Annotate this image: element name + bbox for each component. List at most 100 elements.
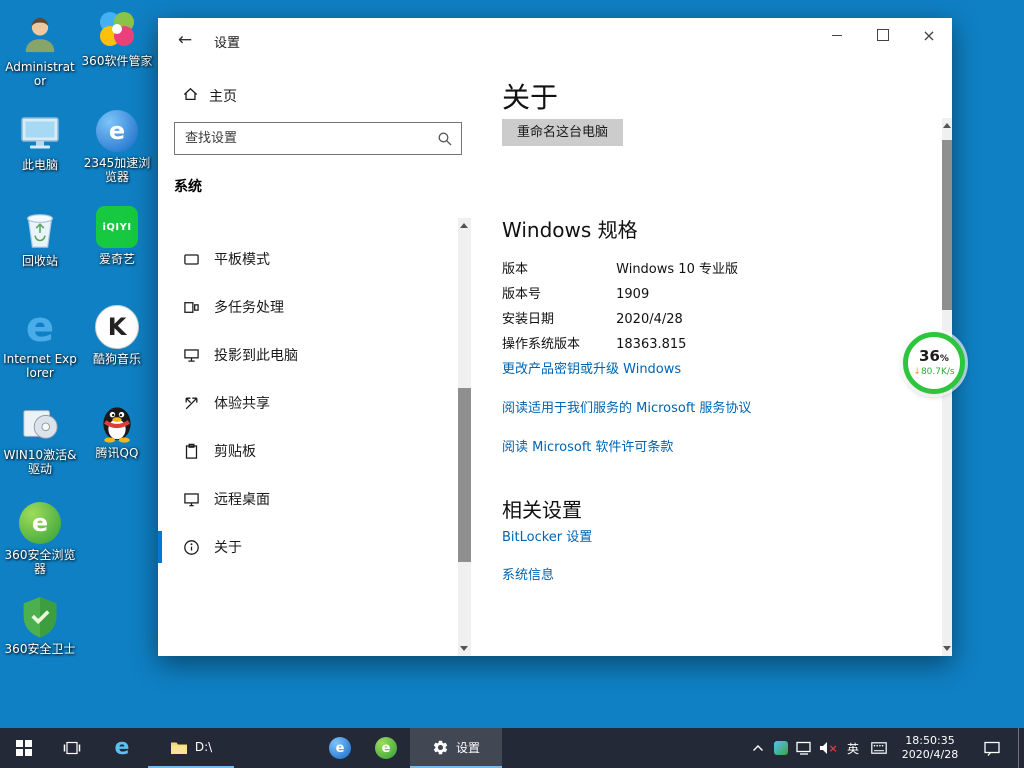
share-arrows-icon [182,395,200,412]
search-input[interactable] [175,123,461,154]
desktop-icon-this-pc[interactable]: 此电脑 [2,110,78,172]
spec-label: 版本 [502,258,612,277]
kugou-icon: K [94,304,140,350]
folder-icon [170,740,188,755]
taskbar-folder-button[interactable]: D:\ [148,728,234,768]
input-language-indicator[interactable]: 英 [841,728,865,768]
sidebar-item-remote-desktop[interactable]: 远程桌面 [158,475,458,523]
desktop-icon-label: 2345加速浏览器 [79,156,155,184]
sidebar-item-tablet-mode[interactable]: 平板模式 [158,235,458,283]
sidebar-item-clipboard[interactable]: 剪贴板 [158,427,458,475]
desktop-icon-360-browser[interactable]: e 360安全浏览器 [2,500,78,576]
touch-keyboard-icon[interactable] [867,728,891,768]
spec-value: Windows 10 专业版 [616,262,738,277]
minimize-button[interactable] [814,18,860,52]
spec-label: 安装日期 [502,308,612,327]
system-info-link[interactable]: 系统信息 [502,564,554,583]
tray-volume-muted-icon[interactable]: × [816,728,840,768]
back-button[interactable]: ← [168,26,202,54]
sidebar-scrollbar[interactable] [458,218,471,656]
spec-value: 18363.815 [616,337,686,352]
action-center-button[interactable] [972,728,1012,768]
administrator-user-icon [17,12,63,58]
desktop-icon-qq[interactable]: 腾讯QQ [79,398,155,460]
desktop-icon-administrator[interactable]: Administrator [2,12,78,88]
task-view-button[interactable] [48,728,96,768]
svg-text:×: × [829,742,838,755]
internet-explorer-icon: e [17,304,63,350]
internet-explorer-icon: e [115,737,130,759]
sidebar-item-multitasking[interactable]: 多任务处理 [158,283,458,331]
sidebar-item-home[interactable]: 主页 [158,76,458,116]
tray-app-icon[interactable] [770,728,792,768]
sidebar-item-label: 关于 [214,537,242,557]
tray-expand-button[interactable] [748,728,768,768]
services-agreement-link[interactable]: 阅读适用于我们服务的 Microsoft 服务协议 [502,397,751,416]
sidebar-section-title: 系统 [174,176,202,196]
sidebar-item-label: 主页 [209,86,237,106]
multitask-icon [182,299,200,316]
scroll-up-icon[interactable] [460,223,468,228]
spec-heading: Windows 规格 [502,214,638,243]
desktop-icon-kugou[interactable]: K 酷狗音乐 [79,304,155,366]
sidebar-item-label: 平板模式 [214,249,270,269]
page-title: 关于 [502,76,558,116]
home-icon [182,86,199,107]
desktop-icon-win10-activate[interactable]: WIN10激活&驱动 [2,400,78,476]
spec-row: 版本号 1909 [502,283,649,302]
titlebar[interactable]: ← 设置 × [158,18,952,62]
desktop-icon-360-manager[interactable]: 360软件管家 [79,6,155,68]
taskbar-ie-button[interactable]: e [100,728,144,768]
sidebar-scrollbar-thumb[interactable] [458,388,471,562]
clipboard-icon [182,443,200,460]
taskbar-button-label: 设置 [456,739,480,756]
sidebar-item-projecting[interactable]: 投影到此电脑 [158,331,458,379]
content-scrollbar-thumb[interactable] [942,140,952,310]
related-settings-heading: 相关设置 [502,494,582,523]
spec-row: 操作系统版本 18363.815 [502,333,686,352]
desktop-icon-360-safe[interactable]: 360安全卫士 [2,594,78,656]
spec-row: 版本 Windows 10 专业版 [502,258,738,277]
start-button[interactable] [0,728,48,768]
sidebar-item-label: 体验共享 [214,393,270,413]
license-terms-link[interactable]: 阅读 Microsoft 软件许可条款 [502,436,673,455]
desktop-icon-label: 回收站 [2,254,78,268]
scroll-down-icon[interactable] [943,646,951,651]
tray-network-icon[interactable] [793,728,815,768]
desktop-icon-internet-explorer[interactable]: e Internet Explorer [2,304,78,380]
taskbar-settings-button[interactable]: 设置 [410,728,502,768]
down-arrow-icon: ↓ [913,367,921,377]
remote-desktop-icon [182,491,200,508]
settings-search-box[interactable] [174,122,462,155]
percent-sign: % [940,354,949,364]
close-button[interactable]: × [906,18,952,52]
windows-logo-icon [16,740,32,756]
desktop-icon-label: 腾讯QQ [79,446,155,460]
this-pc-icon [17,110,63,156]
desktop-icon-iqiyi[interactable]: iQIYI 爱奇艺 [79,204,155,266]
show-desktop-button[interactable] [1018,728,1024,768]
search-icon[interactable] [437,131,453,151]
desktop-icon-label: 酷狗音乐 [79,352,155,366]
maximize-button[interactable] [860,18,906,52]
360-speed-ball[interactable]: 36% ↓80.7K/s [903,332,965,394]
taskbar-360-browser-button[interactable]: e [364,728,408,768]
sidebar-item-label: 远程桌面 [214,489,270,509]
action-center-icon [984,741,1000,756]
taskbar-2345-button[interactable]: e [318,728,362,768]
scroll-up-icon[interactable] [943,123,951,128]
spec-value: 1909 [616,287,649,302]
change-product-key-link[interactable]: 更改产品密钥或升级 Windows [502,358,681,377]
sidebar-item-shared-experiences[interactable]: 体验共享 [158,379,458,427]
taskbar-clock[interactable]: 18:50:35 2020/4/28 [892,728,968,768]
desktop-icon-label: WIN10激活&驱动 [2,448,78,476]
bitlocker-settings-link[interactable]: BitLocker 设置 [502,526,592,545]
sidebar-item-label: 剪贴板 [214,441,256,461]
scroll-down-icon[interactable] [460,646,468,651]
rename-pc-button[interactable]: 重命名这台电脑 [502,119,623,146]
desktop-icon-recycle-bin[interactable]: 回收站 [2,206,78,268]
clock-date: 2020/4/28 [902,748,958,762]
desktop-icon-2345-browser[interactable]: e 2345加速浏览器 [79,108,155,184]
qq-penguin-icon [94,398,140,444]
sidebar-item-about[interactable]: 关于 [158,523,458,571]
